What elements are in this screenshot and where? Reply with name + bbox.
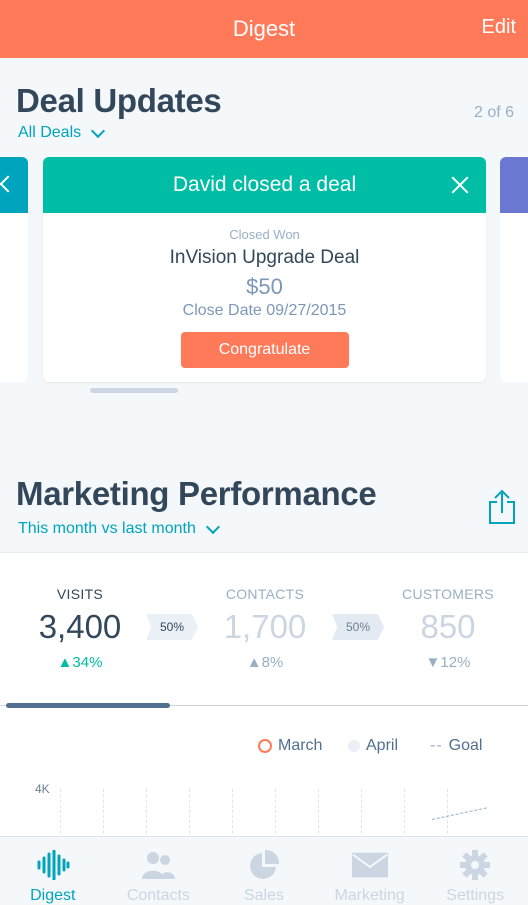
metric-delta: ▲34% xyxy=(57,654,103,671)
metric-value: 3,400 xyxy=(38,608,122,645)
waveform-icon xyxy=(35,849,71,881)
deal-card: David closed a deal Closed Won InVision … xyxy=(43,157,486,382)
share-icon[interactable] xyxy=(488,489,516,525)
tab-marketing[interactable]: Marketing xyxy=(317,837,423,904)
conversion-badge: 50% xyxy=(146,614,198,640)
chart-gridline xyxy=(232,789,233,839)
circle-icon xyxy=(258,739,272,753)
deal-counter: 2 of 6 xyxy=(473,104,514,121)
envelope-icon xyxy=(351,849,388,881)
goal-line xyxy=(431,807,487,820)
chart-gridline xyxy=(275,789,276,839)
metric-value: 1,700 xyxy=(223,608,307,645)
triangle-up-icon: ▲ xyxy=(246,654,262,671)
metric-label: CONTACTS xyxy=(225,586,305,602)
tab-label: Marketing xyxy=(334,887,405,904)
metric-contacts[interactable]: CONTACTS 1,700 ▲8% xyxy=(205,586,325,671)
metric-label: CUSTOMERS xyxy=(402,586,494,602)
deal-card-headline: David closed a deal xyxy=(172,173,357,196)
chart-gridline xyxy=(60,789,61,839)
metric-value: 850 xyxy=(420,608,476,645)
marketing-performance-heading: Marketing Performance xyxy=(16,475,377,512)
edit-button[interactable]: Edit xyxy=(482,16,516,39)
triangle-up-icon: ▲ xyxy=(57,654,73,671)
page-title: Digest xyxy=(232,16,296,41)
deal-updates-heading: Deal Updates xyxy=(16,82,222,119)
dashed-line-icon: -- xyxy=(430,737,443,754)
next-deal-card[interactable] xyxy=(500,157,528,382)
deals-filter-dropdown[interactable]: All Deals xyxy=(18,123,106,142)
chart-gridline xyxy=(103,789,104,839)
chart-gridline xyxy=(361,789,362,839)
deals-filter-label: All Deals xyxy=(18,124,82,141)
chart-gridline xyxy=(447,789,448,839)
period-filter-dropdown[interactable]: This month vs last month xyxy=(18,519,220,538)
triangle-down-icon: ▼ xyxy=(425,654,441,671)
metric-delta: ▲8% xyxy=(246,654,284,671)
chevron-down-icon xyxy=(91,123,106,138)
metric-delta: ▼12% xyxy=(425,654,471,671)
chevron-down-icon xyxy=(205,519,220,534)
metric-label: VISITS xyxy=(56,586,104,602)
close-icon[interactable] xyxy=(448,173,472,197)
pie-chart-icon xyxy=(246,849,282,881)
carousel-scroll-indicator xyxy=(90,388,178,393)
tab-label: Sales xyxy=(243,887,284,904)
conversion-badge: 50% xyxy=(332,614,384,640)
tab-sales[interactable]: Sales xyxy=(211,837,317,904)
chevron-left-icon xyxy=(0,175,17,193)
chart-gridline xyxy=(146,789,147,839)
chart-gridline xyxy=(318,789,319,839)
legend-march: March xyxy=(258,737,322,755)
y-axis-label: 4K xyxy=(35,782,50,796)
tab-label: Settings xyxy=(446,887,505,904)
congratulate-button[interactable]: Congratulate xyxy=(180,332,349,368)
bottom-tab-bar: Digest Contacts Sales Marketing Settings xyxy=(0,836,528,904)
deal-close-date: Close Date 09/27/2015 xyxy=(182,302,347,319)
circle-icon xyxy=(348,740,360,752)
gear-icon xyxy=(457,849,493,881)
deal-name: InVision Upgrade Deal xyxy=(169,247,360,268)
tab-digest[interactable]: Digest xyxy=(0,837,106,904)
top-nav-bar: Digest Edit xyxy=(0,0,528,58)
chart-gridline xyxy=(189,789,190,839)
deal-stage: Closed Won xyxy=(229,227,300,242)
legend-goal: -- Goal xyxy=(430,737,483,754)
metric-customers[interactable]: CUSTOMERS 850 ▼12% xyxy=(388,586,508,671)
tab-contacts[interactable]: Contacts xyxy=(106,837,212,904)
tab-label: Digest xyxy=(30,887,76,904)
tab-label: Contacts xyxy=(126,887,190,904)
people-icon xyxy=(140,849,176,881)
period-filter-label: This month vs last month xyxy=(18,520,196,537)
previous-deal-card[interactable] xyxy=(0,157,28,382)
marketing-metrics-panel: VISITS 3,400 ▲34% 50% CONTACTS 1,700 ▲8%… xyxy=(0,552,528,839)
chart-gridline xyxy=(404,789,405,839)
metric-visits[interactable]: VISITS 3,400 ▲34% xyxy=(20,586,140,671)
deal-amount: $50 xyxy=(246,274,283,299)
tab-settings[interactable]: Settings xyxy=(422,837,528,904)
active-metric-indicator xyxy=(6,703,170,708)
legend-april: April xyxy=(348,737,398,755)
